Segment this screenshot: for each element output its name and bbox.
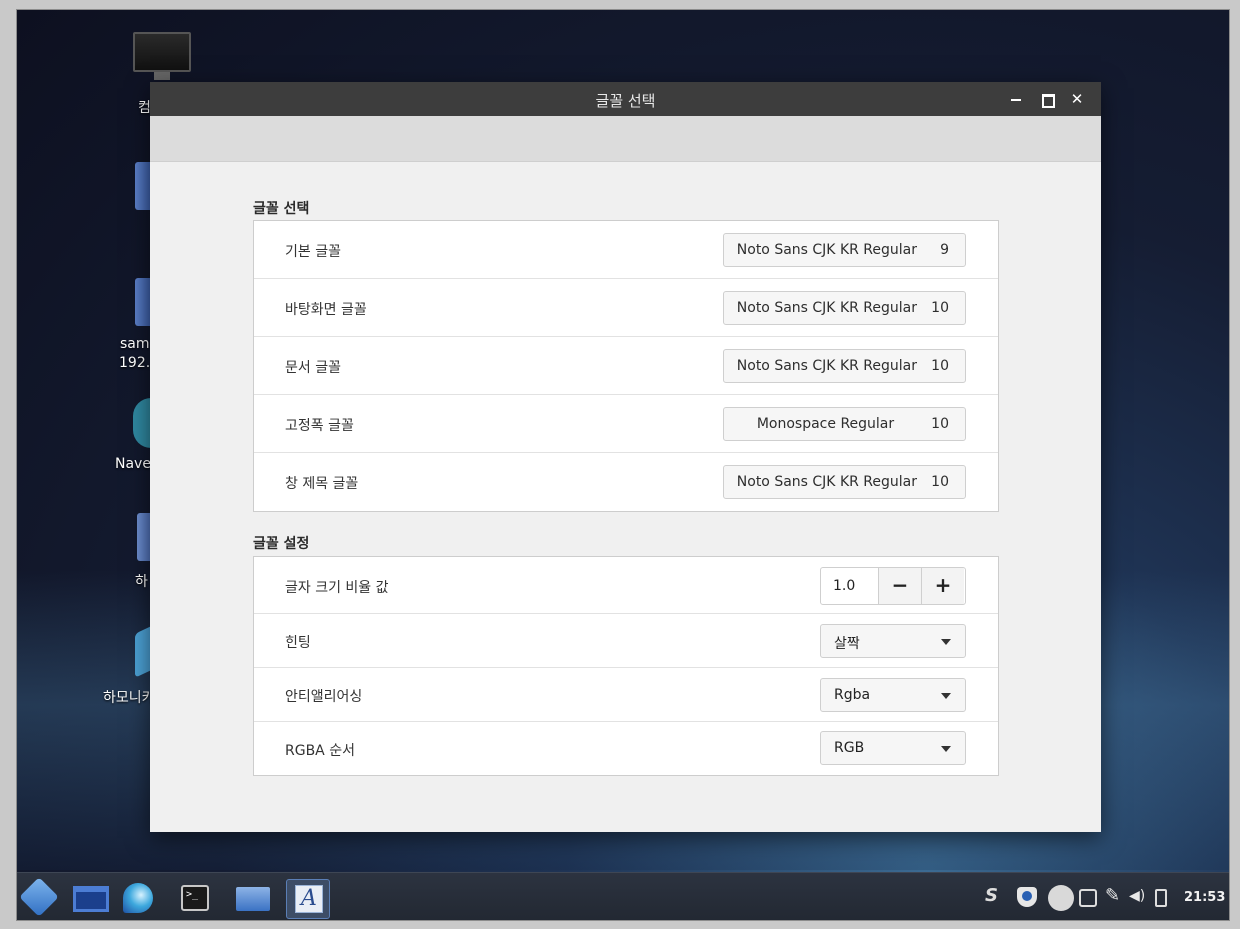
font-app-icon: A (295, 885, 323, 913)
scale-increase-button[interactable]: + (921, 568, 964, 604)
taskbar: >_ A S ✎ ◀) 21:53 (17, 872, 1229, 920)
status-circle-icon[interactable] (1048, 885, 1074, 911)
desktop-label-harmonica: 하모니카 (103, 690, 155, 706)
document-font-button[interactable]: Noto Sans CJK KR Regular 10 (723, 349, 966, 383)
browser-icon[interactable] (123, 883, 153, 913)
font-row-default: 기본 글꼴 Noto Sans CJK KR Regular 9 (254, 221, 998, 279)
font-size: 10 (931, 474, 949, 490)
volume-icon[interactable]: ◀) (1129, 888, 1147, 906)
font-name: Noto Sans CJK KR Regular (736, 300, 917, 316)
antialias-dropdown[interactable]: Rgba (820, 678, 966, 712)
font-settings-taskbar-button[interactable]: A (286, 879, 330, 919)
terminal-icon[interactable]: >_ (181, 885, 209, 911)
font-name: Monospace Regular (756, 416, 895, 432)
font-name: Noto Sans CJK KR Regular (736, 242, 917, 258)
dropdown-arrow-icon (941, 693, 951, 699)
pen-icon[interactable]: ✎ (1105, 885, 1123, 906)
font-row-label: 문서 글꼴 (285, 360, 341, 376)
antialias-value: Rgba (834, 687, 871, 703)
rgba-order-dropdown[interactable]: RGB (820, 731, 966, 765)
desktop-label-naver: Nave (115, 456, 151, 472)
font-row-window-title: 창 제목 글꼴 Noto Sans CJK KR Regular 10 (254, 453, 998, 511)
hinting-label: 힌팅 (285, 635, 311, 651)
window-titlebar[interactable]: 글꼴 선택 ✕ (150, 82, 1101, 116)
battery-icon[interactable] (1155, 889, 1167, 907)
font-row-monospace: 고정폭 글꼴 Monospace Regular 10 (254, 395, 998, 453)
desktop-label-computer: 컴 (138, 100, 151, 116)
rgba-order-row: RGBA 순서 RGB (254, 722, 998, 775)
font-name: Noto Sans CJK KR Regular (736, 474, 917, 490)
file-manager-icon[interactable] (236, 887, 270, 911)
desktop-label-ip: 192. (119, 355, 151, 371)
desktop-font-button[interactable]: Noto Sans CJK KR Regular 10 (723, 291, 966, 325)
rgba-order-label: RGBA 순서 (285, 743, 355, 759)
antialias-row: 안티앨리어싱 Rgba (254, 668, 998, 722)
show-desktop-icon[interactable] (73, 886, 109, 912)
hinting-dropdown[interactable]: 살짝 (820, 624, 966, 658)
fonts-section-title: 글꼴 선택 (253, 201, 310, 217)
start-menu-icon[interactable] (19, 877, 59, 917)
minimize-button[interactable] (1006, 89, 1026, 109)
rgba-order-value: RGB (834, 740, 865, 756)
clipboard-icon[interactable] (1079, 889, 1097, 907)
fonts-group: 기본 글꼴 Noto Sans CJK KR Regular 9 바탕화면 글꼴… (253, 220, 999, 512)
computer-desktop-icon[interactable] (133, 32, 191, 72)
antialias-label: 안티앨리어싱 (285, 689, 363, 705)
computer-icon-stand (154, 72, 170, 80)
scale-row: 글자 크기 비율 값 1.0 − + (254, 557, 998, 614)
scale-decrease-button[interactable]: − (878, 568, 921, 604)
window-toolbar (150, 116, 1101, 162)
font-settings-window: 글꼴 선택 ✕ 글꼴 선택 기본 글꼴 Noto Sans CJK KR Reg… (150, 82, 1101, 832)
shield-icon[interactable] (1017, 887, 1037, 907)
font-size: 10 (931, 300, 949, 316)
settings-section-title: 글꼴 설정 (253, 536, 310, 552)
maximize-button[interactable] (1037, 89, 1057, 109)
font-row-document: 문서 글꼴 Noto Sans CJK KR Regular 10 (254, 337, 998, 395)
font-name: Noto Sans CJK KR Regular (736, 358, 917, 374)
default-font-button[interactable]: Noto Sans CJK KR Regular 9 (723, 233, 966, 267)
hinting-value: 살짝 (834, 636, 860, 652)
close-button[interactable]: ✕ (1067, 89, 1087, 109)
window-title-font-button[interactable]: Noto Sans CJK KR Regular 10 (723, 465, 966, 499)
hinting-row: 힌팅 살짝 (254, 614, 998, 668)
scale-label: 글자 크기 비율 값 (285, 580, 389, 596)
settings-group: 글자 크기 비율 값 1.0 − + 힌팅 살짝 안티앨리어싱 Rgba RGB… (253, 556, 999, 776)
font-row-desktop: 바탕화면 글꼴 Noto Sans CJK KR Regular 10 (254, 279, 998, 337)
font-row-label: 창 제목 글꼴 (285, 476, 359, 492)
window-title: 글꼴 선택 (595, 92, 656, 110)
scale-spinbutton: 1.0 − + (820, 567, 966, 605)
tray-s-icon[interactable]: S (985, 885, 1003, 906)
font-size: 10 (931, 358, 949, 374)
font-row-label: 바탕화면 글꼴 (285, 302, 367, 318)
font-size: 10 (931, 416, 949, 432)
desktop-label-ha: 하 (135, 574, 148, 590)
scale-value-input[interactable]: 1.0 (833, 578, 855, 594)
font-row-label: 고정폭 글꼴 (285, 418, 354, 434)
harmonica-icon[interactable] (135, 626, 151, 678)
dropdown-arrow-icon (941, 746, 951, 752)
monospace-font-button[interactable]: Monospace Regular 10 (723, 407, 966, 441)
home-folder-icon[interactable] (135, 162, 151, 210)
desktop-label-sam: sam (120, 336, 150, 352)
naver-whale-icon[interactable] (133, 398, 151, 448)
font-size: 9 (940, 242, 949, 258)
clock[interactable]: 21:53 (1184, 890, 1225, 905)
font-row-label: 기본 글꼴 (285, 244, 341, 260)
network-folder-icon[interactable] (135, 278, 151, 326)
dropdown-arrow-icon (941, 639, 951, 645)
